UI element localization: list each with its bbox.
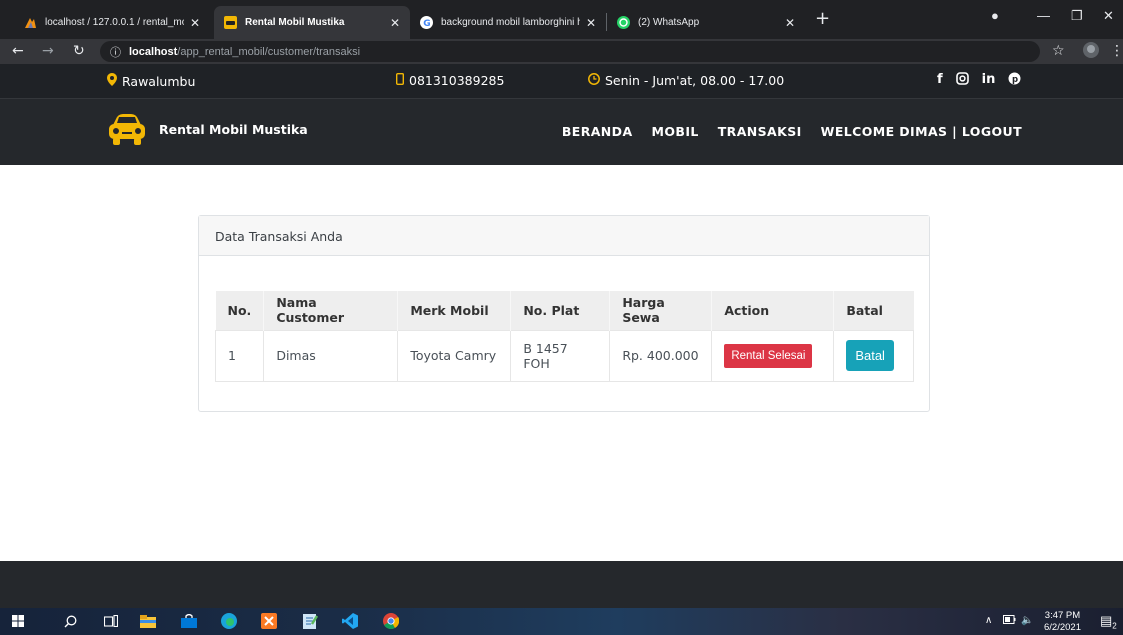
google-icon: G	[420, 16, 433, 29]
main-menu: BERANDA MOBIL TRANSAKSI WELCOME DIMAS | …	[562, 124, 1022, 139]
task-view-icon[interactable]	[103, 613, 119, 629]
restore-icon[interactable]: ❐	[1071, 8, 1083, 24]
avatar[interactable]	[1083, 42, 1099, 62]
brand-name: Rental Mobil Mustika	[159, 122, 308, 137]
car-logo-icon	[108, 113, 146, 147]
cell-merk-mobil: Toyota Camry	[397, 329, 512, 382]
pinterest-icon[interactable]: p	[1008, 72, 1021, 89]
browser-address-bar: ← → ↻ ⓘ localhost/app_rental_mobil/custo…	[0, 39, 1123, 64]
new-tab-icon[interactable]: +	[815, 10, 830, 28]
close-icon[interactable]: ✕	[586, 16, 596, 30]
notification-icon[interactable]: ▤2	[1100, 613, 1117, 631]
menu-item-mobil[interactable]: MOBIL	[652, 124, 699, 139]
column-header: Nama Customer	[263, 291, 398, 330]
file-explorer-icon[interactable]	[140, 613, 156, 629]
instagram-icon[interactable]	[955, 72, 969, 89]
contact-info-bar: Rawalumbu 081310389285 Senin - Jum'at, 0…	[0, 64, 1123, 98]
battery-icon[interactable]	[1003, 615, 1016, 627]
search-icon[interactable]	[62, 613, 78, 629]
store-icon[interactable]	[181, 613, 197, 629]
close-icon[interactable]: ✕	[785, 16, 795, 30]
tab-phpmyadmin[interactable]: localhost / 127.0.0.1 / rental_mob ✕	[14, 6, 210, 39]
info-icon[interactable]: ⓘ	[110, 44, 121, 60]
site-footer	[0, 561, 1123, 608]
windows-taskbar: ∧ 🔈 3:47 PM 6/2/2021 ▤2	[0, 608, 1123, 635]
brand[interactable]: Rental Mobil Mustika	[108, 113, 308, 147]
column-header: Harga Sewa	[609, 291, 712, 330]
svg-text:p: p	[1012, 75, 1018, 85]
site-navbar: Rental Mobil Mustika BERANDA MOBIL TRANS…	[0, 98, 1123, 165]
whatsapp-icon	[617, 16, 630, 29]
column-header: No.	[215, 291, 264, 330]
xampp-icon[interactable]	[261, 613, 277, 629]
tab-rental-mobil[interactable]: Rental Mobil Mustika ✕	[214, 6, 410, 39]
windows-start-icon[interactable]	[10, 613, 26, 629]
phone-info: 081310389285	[395, 72, 504, 88]
map-pin-icon	[107, 73, 117, 89]
chevron-up-icon[interactable]: ∧	[985, 615, 992, 626]
vscode-icon[interactable]	[342, 613, 358, 629]
volume-icon[interactable]: 🔈	[1021, 615, 1033, 626]
column-header: Batal	[833, 291, 914, 330]
close-icon[interactable]: ✕	[390, 16, 400, 30]
forward-arrow-icon[interactable]: →	[42, 43, 54, 59]
linkedin-icon[interactable]: in	[982, 72, 996, 89]
cell-no-plat: B 1457 FOH	[510, 329, 611, 382]
phpmyadmin-icon	[24, 16, 37, 29]
location-info: Rawalumbu	[107, 73, 195, 89]
card-title: Data Transaksi Anda	[199, 216, 929, 256]
mobile-phone-icon	[395, 72, 404, 88]
hours-info: Senin - Jum'at, 08.00 - 17.00	[588, 73, 784, 88]
column-header: Action	[711, 291, 834, 330]
reload-icon[interactable]: ↻	[73, 43, 85, 59]
cell-batal: Batal	[833, 329, 914, 382]
transaction-table: No. Nama Customer Merk Mobil No. Plat Ha…	[214, 291, 914, 382]
browser-tab-bar: localhost / 127.0.0.1 / rental_mob ✕ Ren…	[0, 0, 1123, 39]
cell-harga-sewa: Rp. 400.000	[609, 329, 713, 382]
cell-no: 1	[214, 329, 265, 382]
notepad-icon[interactable]	[302, 613, 318, 629]
batal-button[interactable]: Batal	[846, 340, 894, 371]
menu-item-welcome-logout[interactable]: WELCOME DIMAS | LOGOUT	[821, 124, 1022, 139]
window-close-icon[interactable]: ✕	[1103, 8, 1114, 24]
social-links: f in p	[937, 72, 1021, 89]
table-header-row: No. Nama Customer Merk Mobil No. Plat Ha…	[215, 291, 914, 330]
tab-google-search[interactable]: G background mobil lamborghini h ✕	[410, 6, 606, 39]
bookmark-star-icon[interactable]: ☆	[1052, 43, 1065, 59]
minimize-icon[interactable]: —	[1037, 8, 1050, 23]
table-row: 1 Dimas Toyota Camry B 1457 FOH Rp. 400.…	[214, 329, 914, 382]
back-arrow-icon[interactable]: ←	[12, 43, 24, 59]
rental-selesai-button[interactable]: Rental Selesai	[724, 343, 813, 368]
edge-browser-icon[interactable]	[221, 613, 237, 629]
svg-text:G: G	[423, 19, 430, 29]
browser-menu-icon[interactable]: ⋮	[1110, 43, 1123, 59]
cell-nama-customer: Dimas	[263, 329, 399, 382]
url-field[interactable]: ⓘ localhost/app_rental_mobil/customer/tr…	[100, 41, 1040, 62]
transaction-card: Data Transaksi Anda No. Nama Customer Me…	[198, 215, 930, 412]
tab-whatsapp[interactable]: (2) WhatsApp ✕	[607, 6, 805, 39]
close-icon[interactable]: ✕	[190, 16, 200, 30]
clock-icon	[588, 73, 600, 88]
cell-action: Rental Selesai	[711, 329, 835, 382]
facebook-icon[interactable]: f	[937, 72, 943, 89]
column-header: No. Plat	[510, 291, 610, 330]
menu-item-transaksi[interactable]: TRANSAKSI	[718, 124, 802, 139]
menu-item-beranda[interactable]: BERANDA	[562, 124, 633, 139]
profile-icon[interactable]: ●	[991, 8, 999, 23]
system-clock[interactable]: 3:47 PM 6/2/2021	[1044, 610, 1081, 634]
column-header: Merk Mobil	[397, 291, 511, 330]
chrome-icon[interactable]	[383, 613, 399, 629]
car-icon	[224, 16, 237, 29]
